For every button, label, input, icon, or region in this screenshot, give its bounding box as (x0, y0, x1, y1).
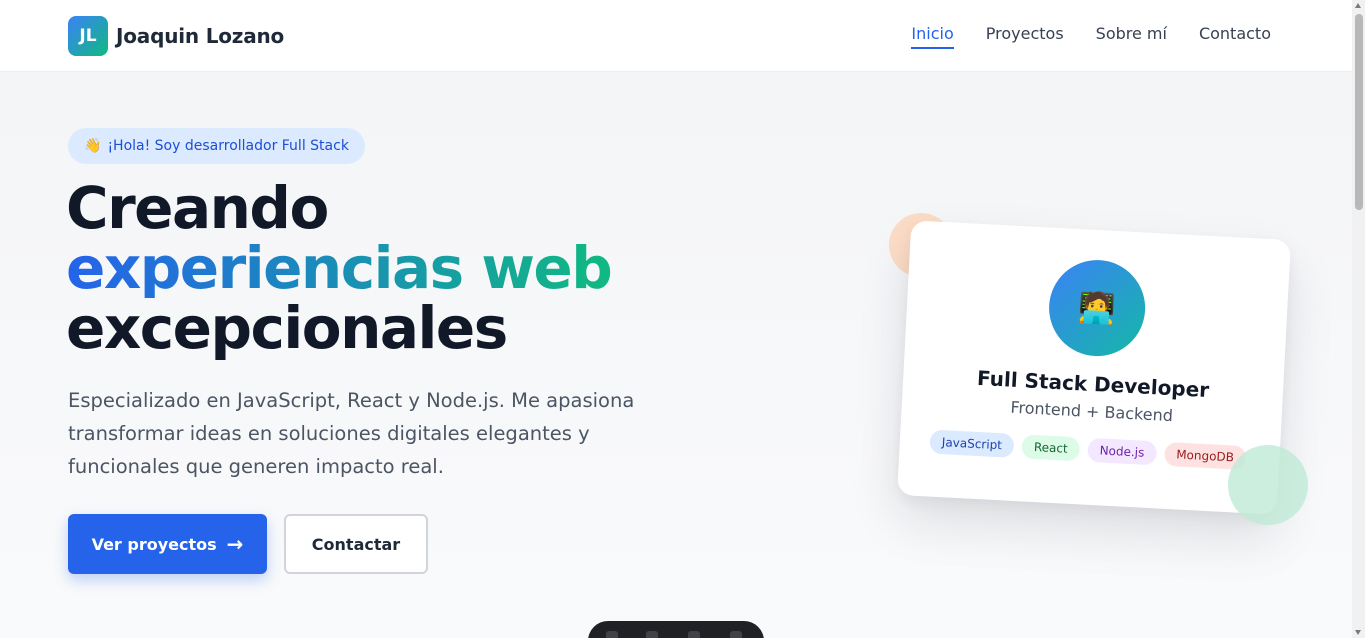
tech-tags: JavaScript React Node.js MongoDB (929, 429, 1254, 471)
arrow-right-icon: → (226, 532, 244, 556)
nav-item-sobre-mi[interactable]: Sobre mí (1096, 24, 1167, 49)
main-nav: Inicio Proyectos Sobre mí Contacto (879, 24, 1271, 49)
contact-button-label: Contactar (311, 534, 401, 554)
hero-headline: Creando experiencias web excepcionales (66, 178, 613, 358)
floating-toolbar[interactable] (588, 621, 764, 638)
tag-nodejs: Node.js (1087, 437, 1157, 466)
nav-item-inicio[interactable]: Inicio (911, 24, 954, 49)
scroll-thumb[interactable] (1355, 14, 1363, 210)
developer-emoji-icon: 🧑‍💻 (1046, 257, 1148, 359)
contact-button[interactable]: Contactar (284, 514, 428, 574)
tag-react: React (1021, 434, 1081, 462)
scroll-up-arrow-icon[interactable] (1355, 3, 1361, 8)
toolbar-bell-icon[interactable] (646, 631, 658, 638)
toolbar-settings-icon[interactable] (730, 631, 742, 638)
view-projects-button[interactable]: Ver proyectos → (68, 514, 267, 574)
toolbar-list-icon[interactable] (688, 631, 700, 638)
brand-name[interactable]: Joaquin Lozano (116, 24, 284, 48)
decorative-green-circle (1228, 445, 1308, 525)
brand[interactable]: JL Joaquin Lozano (68, 16, 284, 56)
logo-badge[interactable]: JL (68, 16, 108, 56)
greeting-badge: 👋 ¡Hola! Soy desarrollador Full Stack (68, 128, 365, 164)
nav-item-proyectos[interactable]: Proyectos (986, 24, 1064, 49)
headline-line-3: excepcionales (66, 294, 508, 362)
toolbar-mic-icon[interactable] (606, 631, 618, 638)
hero-description: Especializado en JavaScript, React y Nod… (68, 389, 635, 478)
page-scrollbar[interactable] (1352, 0, 1365, 638)
headline-line-1: Creando (66, 174, 329, 242)
tag-javascript: JavaScript (929, 429, 1015, 458)
scroll-down-arrow-icon[interactable] (1355, 630, 1361, 635)
waving-hand-icon: 👋 (84, 138, 102, 154)
headline-line-2: experiencias web (66, 234, 613, 302)
view-projects-label: Ver proyectos (91, 534, 217, 554)
site-header: JL Joaquin Lozano Inicio Proyectos Sobre… (0, 0, 1352, 72)
nav-item-contacto[interactable]: Contacto (1199, 24, 1271, 49)
greeting-badge-text: ¡Hola! Soy desarrollador Full Stack (107, 138, 349, 154)
